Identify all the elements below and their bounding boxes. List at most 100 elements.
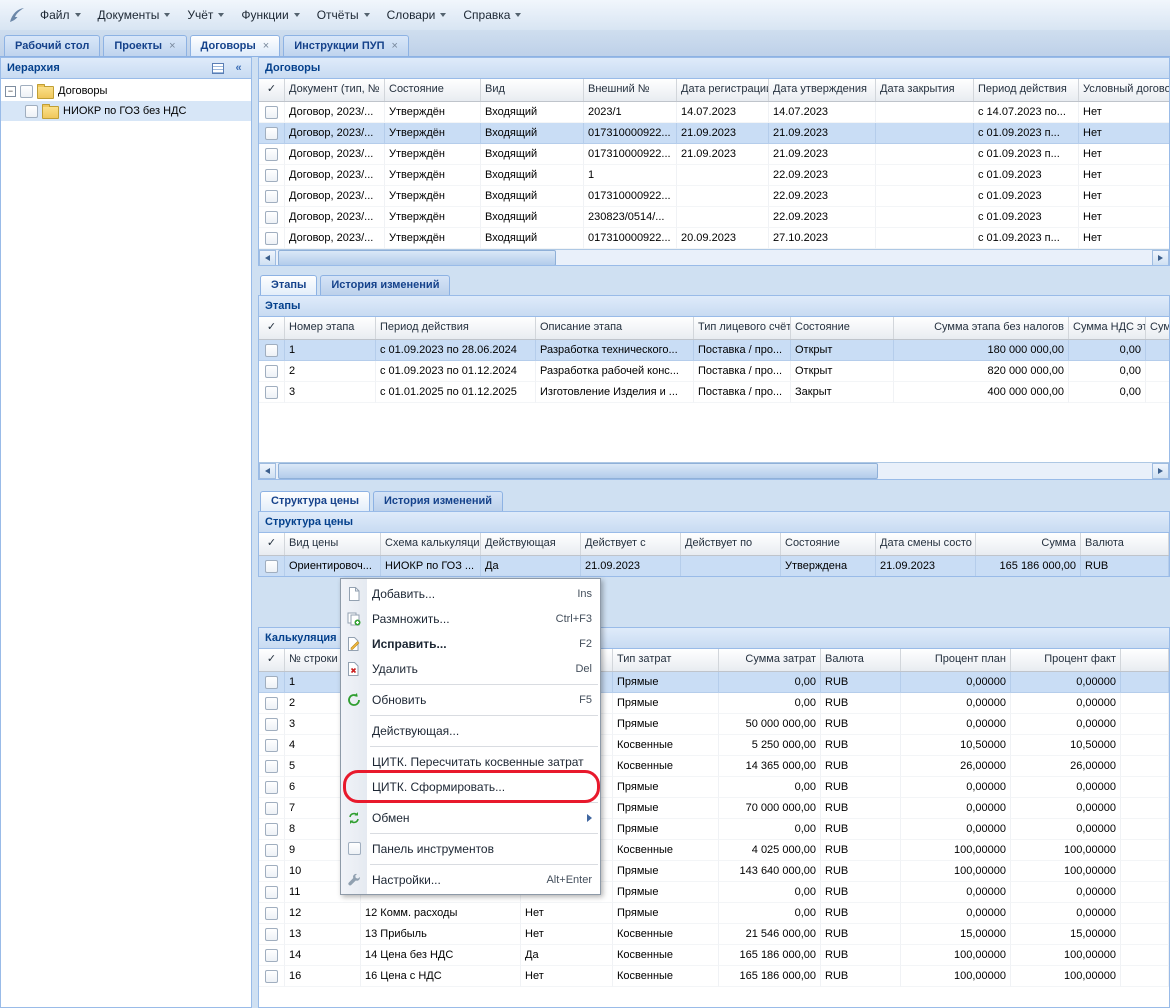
- column-header[interactable]: Дата смены состо: [876, 533, 976, 555]
- row-checkbox[interactable]: [265, 560, 278, 573]
- column-header[interactable]: Тип затрат: [613, 649, 719, 671]
- tab-price-structure[interactable]: Структура цены: [260, 491, 370, 511]
- row-checkbox[interactable]: [265, 739, 278, 752]
- column-header[interactable]: Состояние: [791, 317, 894, 339]
- tree-node-label[interactable]: Договоры: [58, 85, 107, 97]
- scrollbar-thumb[interactable]: [278, 463, 878, 479]
- column-header[interactable]: ✓: [259, 649, 285, 671]
- menu-file[interactable]: Файл: [32, 4, 90, 26]
- row-checkbox[interactable]: [265, 697, 278, 710]
- column-header[interactable]: Сумма этапа без налогов: [894, 317, 1069, 339]
- collapse-node-icon[interactable]: −: [5, 86, 16, 97]
- row-checkbox[interactable]: [265, 169, 278, 182]
- column-header[interactable]: Дата закрытия: [876, 79, 974, 101]
- table-row[interactable]: 1313 ПрибыльНетКосвенные21 546 000,00RUB…: [259, 924, 1169, 945]
- menu-dictionaries[interactable]: Словари: [379, 4, 456, 26]
- menu-item-refresh[interactable]: Обновить F5: [341, 687, 600, 712]
- table-row[interactable]: Договор, 2023/...УтверждёнВходящий017310…: [259, 186, 1169, 207]
- tab-stages[interactable]: Этапы: [260, 275, 317, 295]
- tab-stages-history[interactable]: История изменений: [320, 275, 450, 295]
- column-header[interactable]: Дата регистрации: [677, 79, 769, 101]
- table-row[interactable]: Договор, 2023/...УтверждёнВходящий017310…: [259, 228, 1169, 249]
- row-checkbox[interactable]: [265, 802, 278, 815]
- row-checkbox[interactable]: [265, 148, 278, 161]
- menu-item-toolbar-toggle[interactable]: Панель инструментов: [341, 836, 600, 861]
- row-checkbox[interactable]: [265, 844, 278, 857]
- column-header[interactable]: Состояние: [385, 79, 481, 101]
- row-checkbox[interactable]: [265, 949, 278, 962]
- row-checkbox[interactable]: [265, 760, 278, 773]
- close-icon[interactable]: ×: [169, 41, 175, 52]
- scroll-left-button[interactable]: [259, 250, 276, 266]
- menu-item-add[interactable]: Добавить... Ins: [341, 581, 600, 606]
- tab-price-history[interactable]: История изменений: [373, 491, 503, 511]
- menu-help[interactable]: Справка: [455, 4, 530, 26]
- table-row[interactable]: 1414 Цена без НДСДаКосвенные165 186 000,…: [259, 945, 1169, 966]
- scrollbar-track[interactable]: [276, 250, 1152, 266]
- column-header[interactable]: Действует с: [581, 533, 681, 555]
- row-checkbox[interactable]: [265, 232, 278, 245]
- column-header[interactable]: Действует по: [681, 533, 781, 555]
- menu-item-edit[interactable]: Исправить... F2: [341, 631, 600, 656]
- row-checkbox[interactable]: [265, 928, 278, 941]
- row-checkbox[interactable]: [265, 886, 278, 899]
- menu-item-citk-generate[interactable]: ЦИТК. Сформировать...: [341, 774, 600, 799]
- row-checkbox[interactable]: [265, 386, 278, 399]
- horizontal-scrollbar[interactable]: [259, 462, 1169, 479]
- table-row[interactable]: Договор, 2023/...УтверждёнВходящий017310…: [259, 144, 1169, 165]
- column-header[interactable]: Сумма затрат: [719, 649, 821, 671]
- column-header[interactable]: Период действия: [974, 79, 1079, 101]
- row-checkbox[interactable]: [265, 865, 278, 878]
- row-checkbox[interactable]: [265, 344, 278, 357]
- menu-functions[interactable]: Функции: [233, 4, 308, 26]
- column-header[interactable]: Номер этапа: [285, 317, 376, 339]
- column-header[interactable]: Валюта: [821, 649, 901, 671]
- table-row[interactable]: Договор, 2023/...УтверждёнВходящий2023/1…: [259, 102, 1169, 123]
- row-checkbox[interactable]: [265, 970, 278, 983]
- column-header[interactable]: Сумм: [1146, 317, 1169, 339]
- table-row[interactable]: 1с 01.09.2023 по 28.06.2024Разработка те…: [259, 340, 1169, 361]
- tab-projects[interactable]: Проекты×: [103, 35, 186, 56]
- column-header[interactable]: Состояние: [781, 533, 876, 555]
- column-header[interactable]: Внешний №: [584, 79, 677, 101]
- tree-node-contracts[interactable]: − Договоры: [1, 81, 251, 101]
- row-checkbox[interactable]: [265, 211, 278, 224]
- column-header[interactable]: Условный догово: [1079, 79, 1169, 101]
- tree-checkbox[interactable]: [20, 85, 33, 98]
- close-icon[interactable]: ×: [263, 41, 269, 52]
- table-row[interactable]: Договор, 2023/...УтверждёнВходящий017310…: [259, 123, 1169, 144]
- row-checkbox[interactable]: [265, 781, 278, 794]
- table-row[interactable]: 1212 Комм. расходыНетПрямые0,00RUB0,0000…: [259, 903, 1169, 924]
- column-header[interactable]: [1121, 649, 1169, 671]
- table-row[interactable]: 1616 Цена с НДСНетКосвенные165 186 000,0…: [259, 966, 1169, 987]
- column-header[interactable]: Сумма НДС этапа: [1069, 317, 1146, 339]
- tab-contracts[interactable]: Договоры×: [190, 35, 281, 56]
- menu-item-exchange[interactable]: Обмен: [341, 805, 600, 830]
- menu-item-settings[interactable]: Настройки... Alt+Enter: [341, 867, 600, 892]
- menu-item-duplicate[interactable]: Размножить... Ctrl+F3: [341, 606, 600, 631]
- table-row[interactable]: 2с 01.09.2023 по 01.12.2024Разработка ра…: [259, 361, 1169, 382]
- column-header[interactable]: Действующая: [481, 533, 581, 555]
- column-header[interactable]: Валюта: [1081, 533, 1169, 555]
- scrollbar-thumb[interactable]: [278, 250, 556, 266]
- row-checkbox[interactable]: [265, 127, 278, 140]
- row-checkbox[interactable]: [265, 190, 278, 203]
- close-icon[interactable]: ×: [392, 41, 398, 52]
- horizontal-scrollbar[interactable]: [259, 249, 1169, 266]
- column-header[interactable]: Вид цены: [285, 533, 381, 555]
- scroll-right-button[interactable]: [1152, 250, 1169, 266]
- column-header[interactable]: ✓: [259, 79, 285, 101]
- tree-node-label[interactable]: НИОКР по ГОЗ без НДС: [63, 105, 186, 117]
- scroll-left-button[interactable]: [259, 463, 276, 479]
- tab-instructions-pup[interactable]: Инструкции ПУП×: [283, 35, 409, 56]
- table-row[interactable]: 3с 01.01.2025 по 01.12.2025Изготовление …: [259, 382, 1169, 403]
- table-row[interactable]: Договор, 2023/...УтверждёнВходящий122.09…: [259, 165, 1169, 186]
- row-checkbox[interactable]: [265, 718, 278, 731]
- categories-button[interactable]: [209, 61, 226, 76]
- column-header[interactable]: ✓: [259, 317, 285, 339]
- column-header[interactable]: Описание этапа: [536, 317, 694, 339]
- scroll-right-button[interactable]: [1152, 463, 1169, 479]
- menu-item-active-calc[interactable]: Действующая...: [341, 718, 600, 743]
- menu-item-delete[interactable]: Удалить Del: [341, 656, 600, 681]
- tree-checkbox[interactable]: [25, 105, 38, 118]
